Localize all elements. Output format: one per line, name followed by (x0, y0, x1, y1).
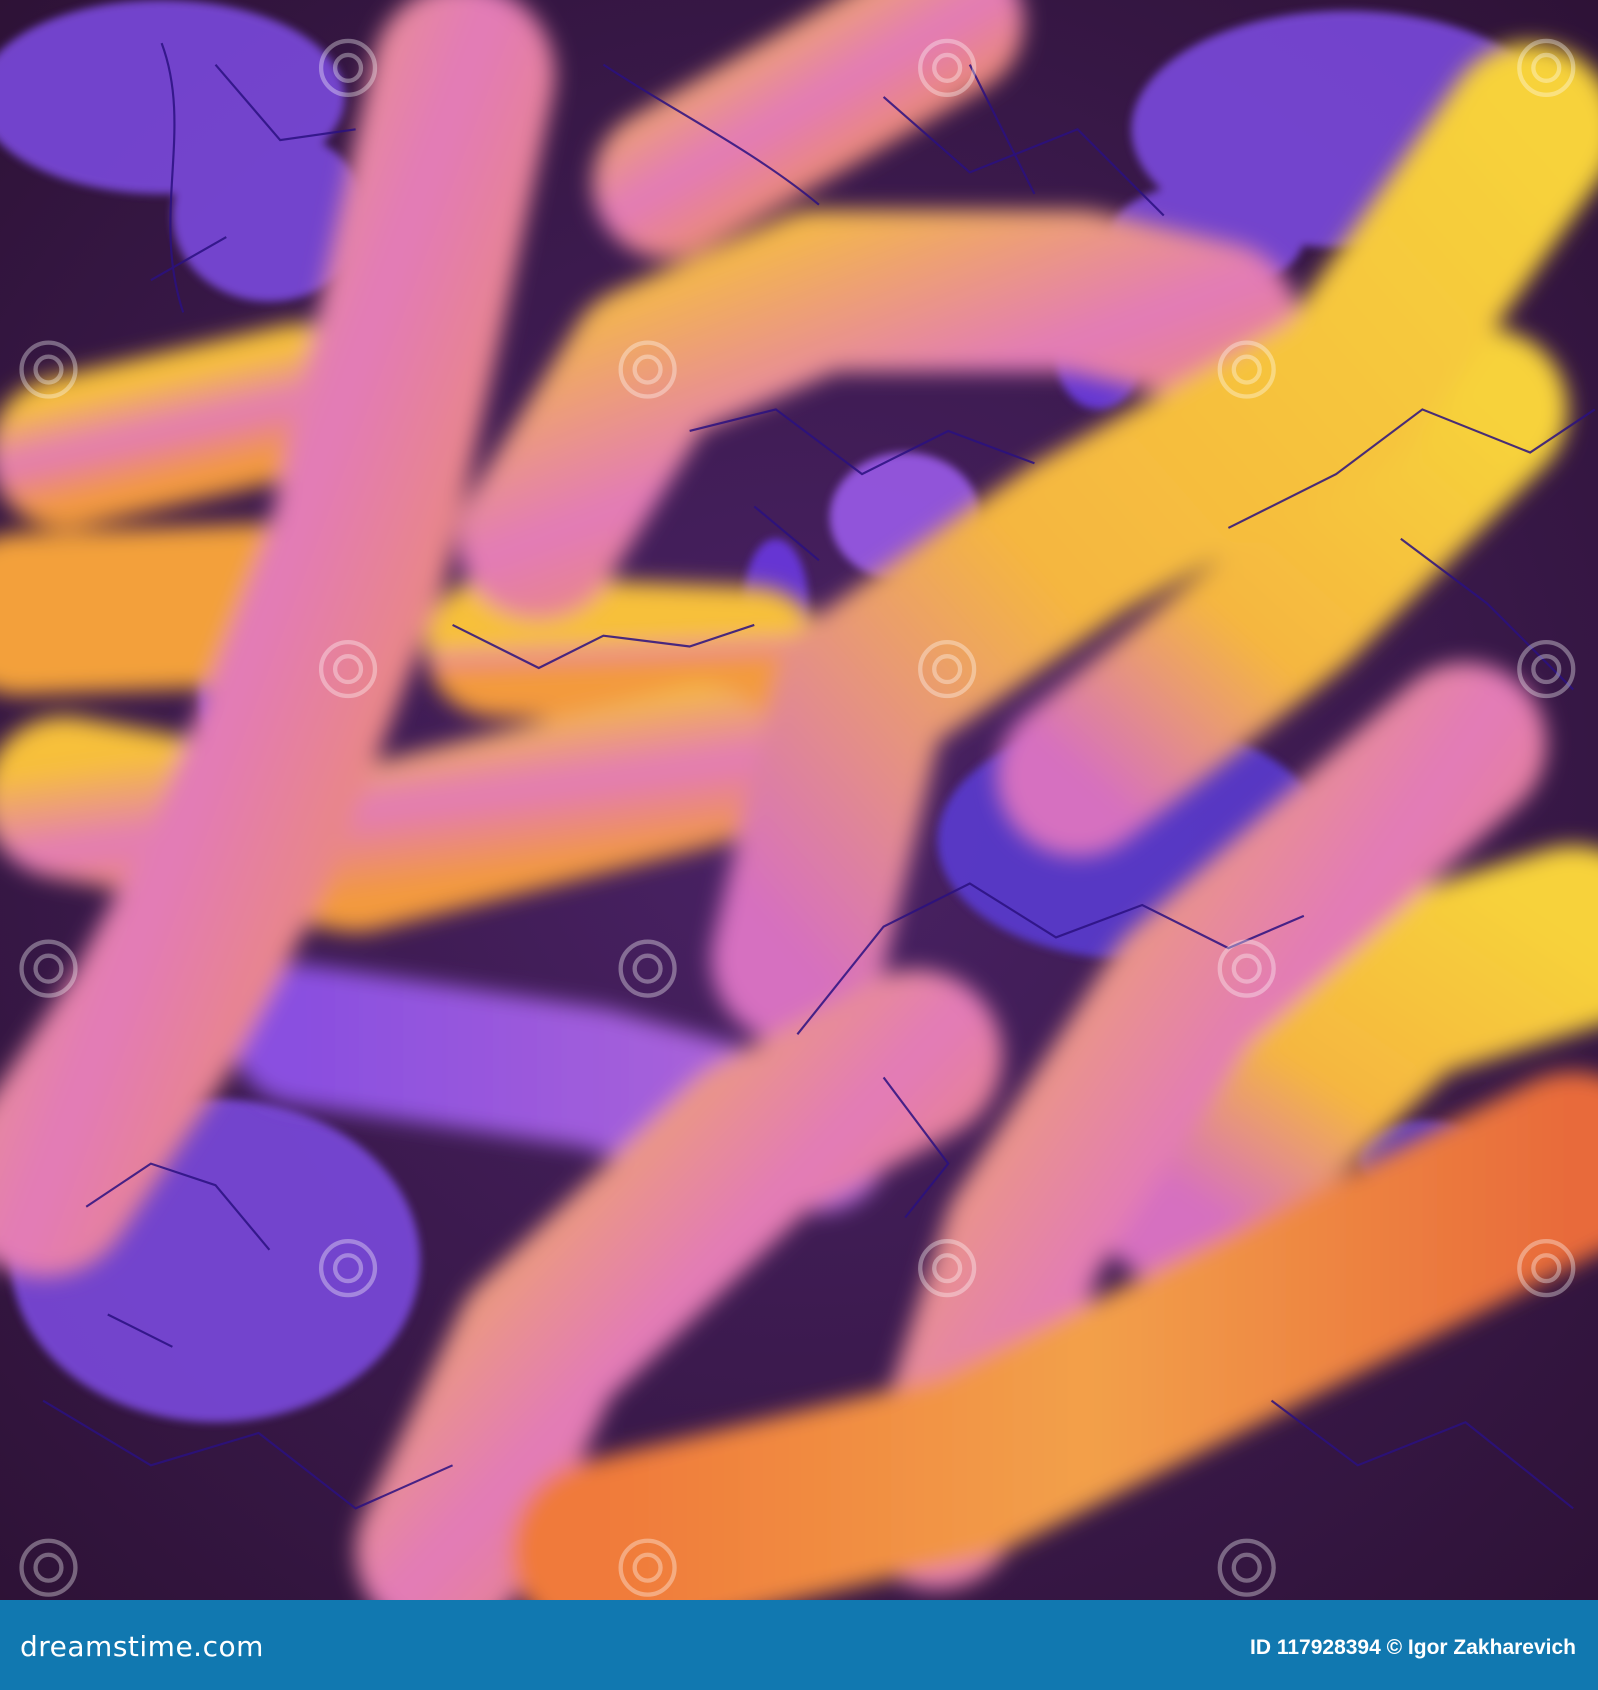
footer-bar: dreamstime.com ID 117928394 © Igor Zakha… (0, 1600, 1598, 1690)
image-credit: ID 117928394 © Igor Zakharevich (1250, 1636, 1576, 1659)
dreamstime-logo[interactable]: dreamstime.com (20, 1630, 264, 1663)
bacteria-illustration (0, 0, 1598, 1600)
